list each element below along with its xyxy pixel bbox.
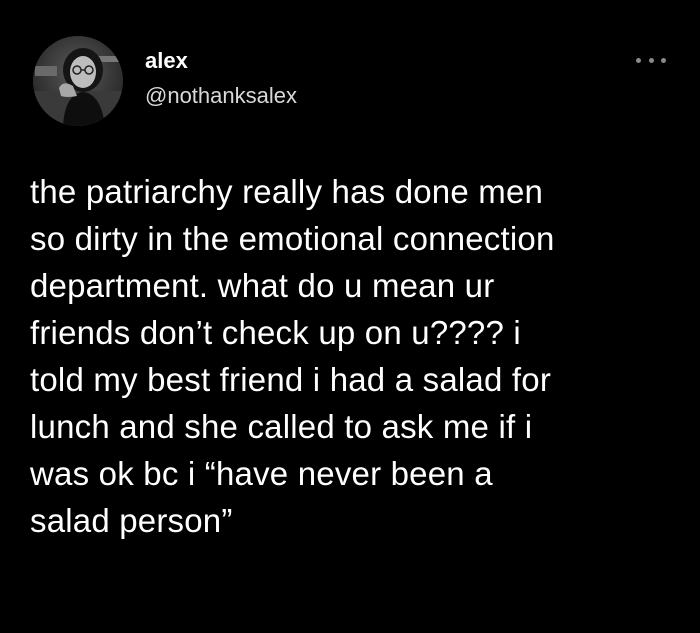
tweet-text-line: salad person”	[30, 502, 233, 539]
display-name[interactable]: alex	[145, 47, 188, 75]
tweet-text-line: told my best friend i had a salad for	[30, 361, 552, 398]
user-handle[interactable]: @nothanksalex	[145, 82, 297, 110]
tweet-text-line: department. what do u mean ur	[30, 267, 495, 304]
avatar[interactable]	[33, 36, 123, 126]
more-horizontal-icon	[661, 57, 666, 63]
tweet-text-line: was ok bc i “have never been a	[30, 455, 493, 492]
tweet-text-line: lunch and she called to ask me if i	[30, 408, 533, 445]
tweet-text: the patriarchy really has done men so di…	[30, 168, 680, 544]
tweet-card: alex @nothanksalex the patriarchy really…	[0, 0, 700, 633]
tweet-text-line: so dirty in the emotional connection	[30, 220, 555, 257]
more-horizontal-icon	[636, 57, 641, 63]
more-horizontal-icon	[648, 57, 654, 63]
more-options-button[interactable]	[636, 52, 666, 68]
tweet-text-line: friends don’t check up on u???? i	[30, 314, 521, 351]
tweet-text-line: the patriarchy really has done men	[30, 173, 544, 210]
profile-photo	[33, 36, 123, 126]
